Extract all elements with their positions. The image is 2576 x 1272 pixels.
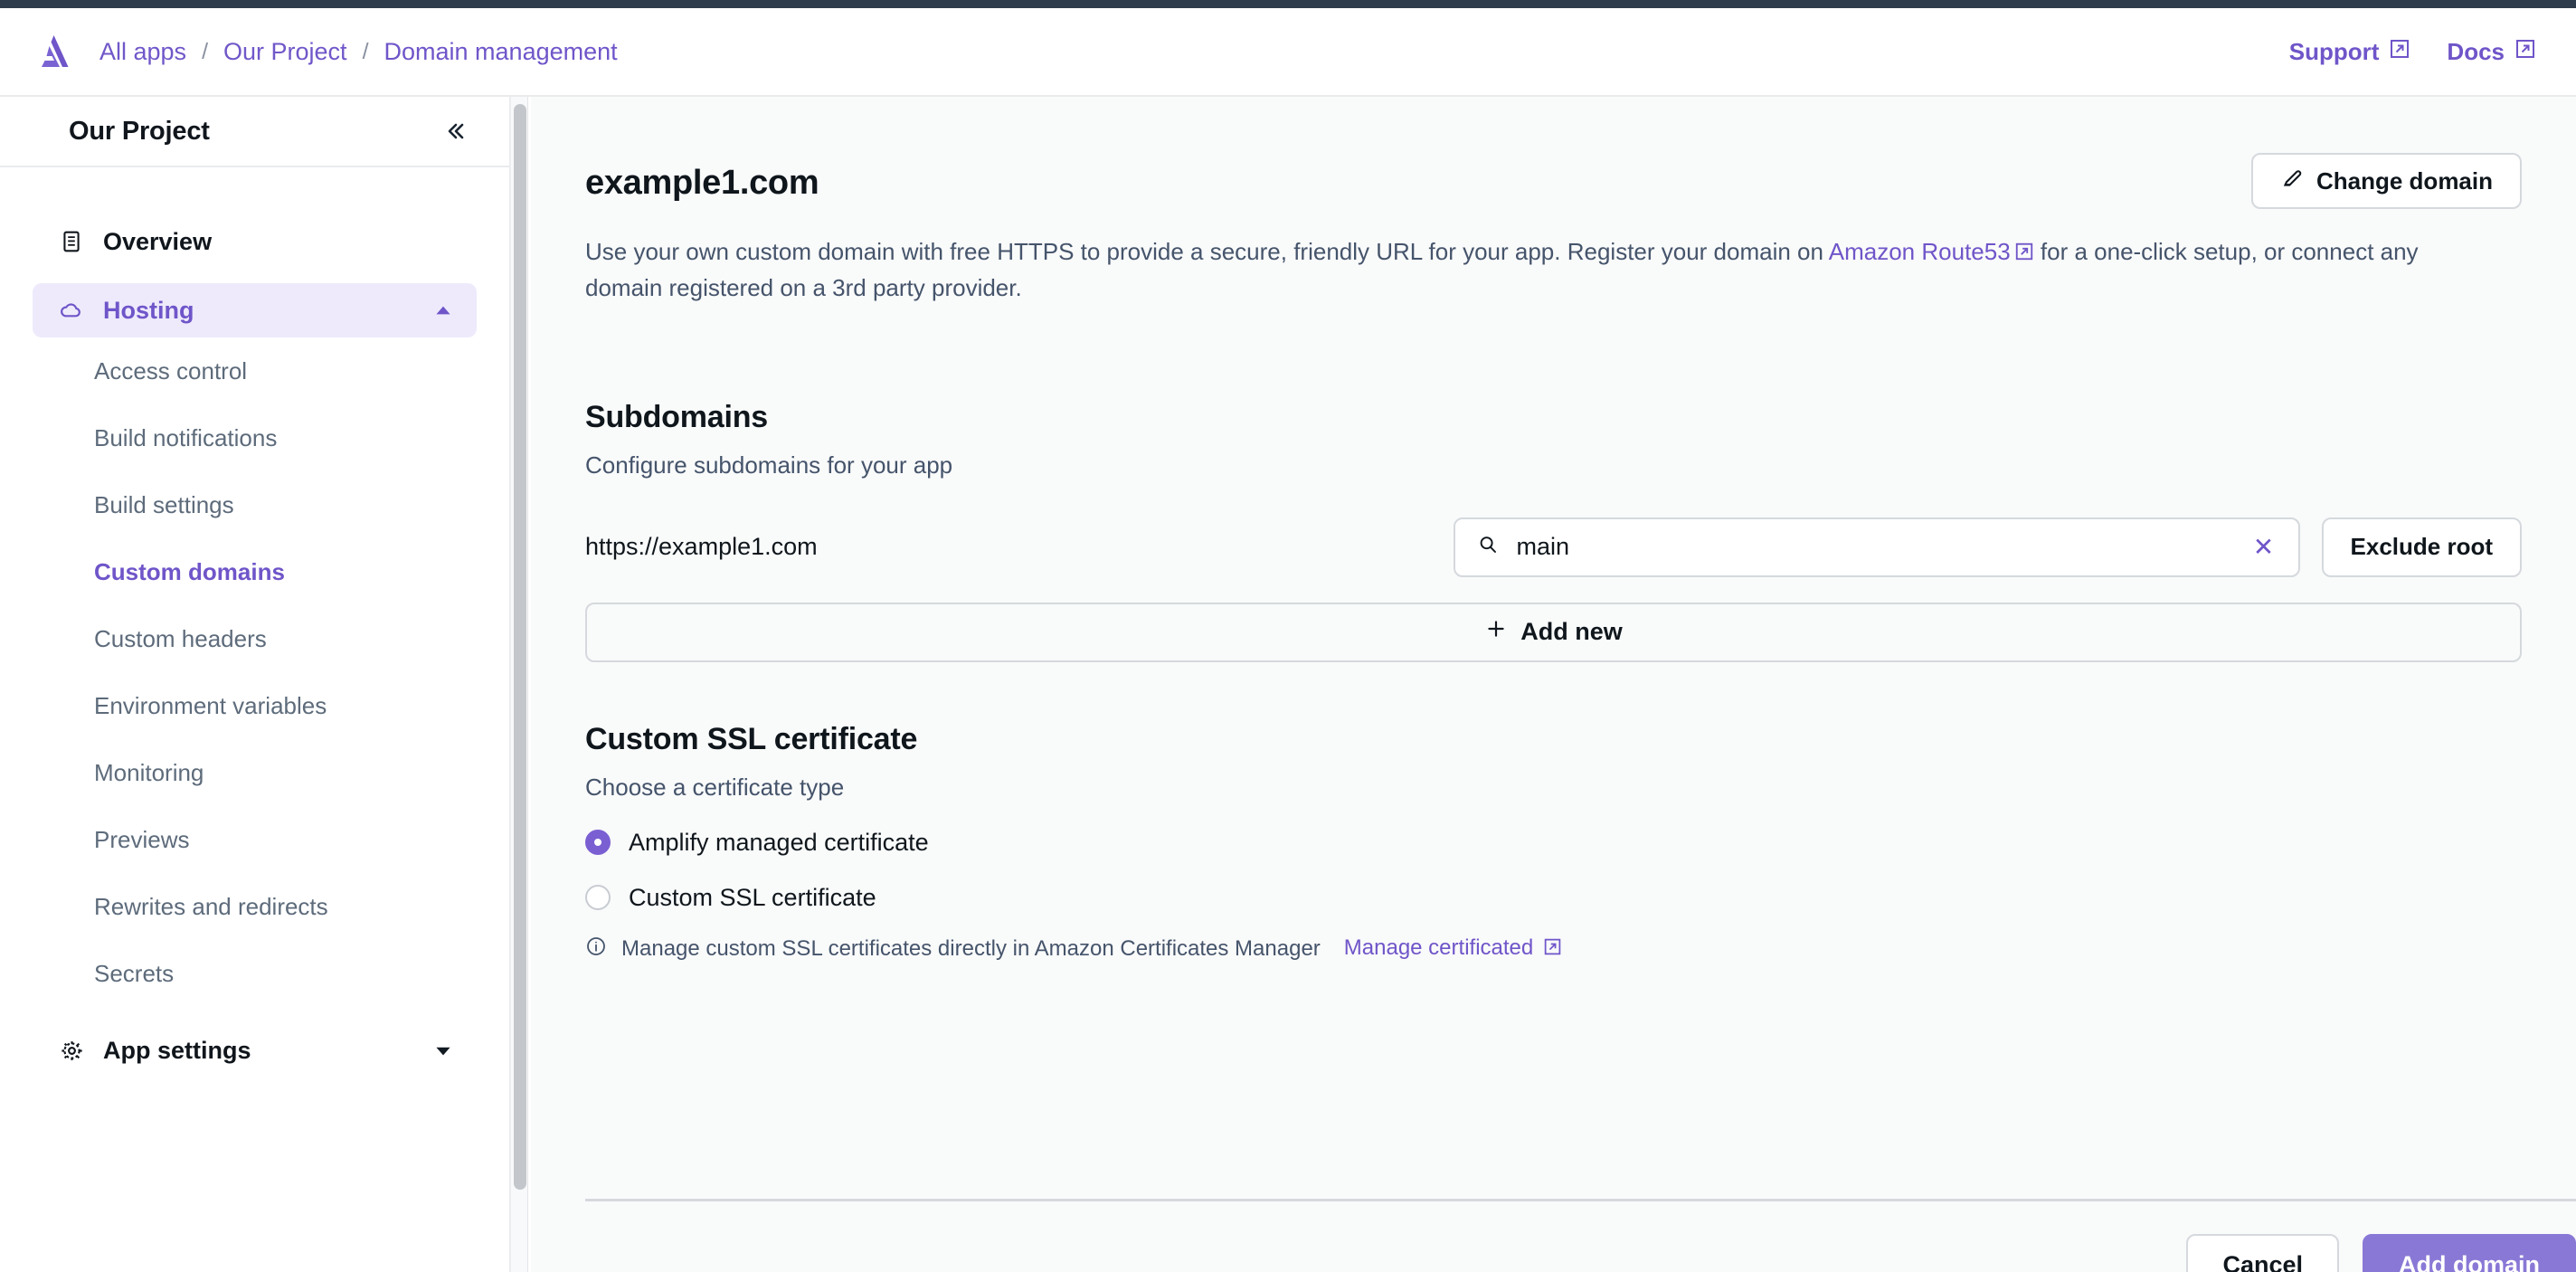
- sidebar-item-label: Overview: [103, 227, 213, 255]
- radio-indicator[interactable]: [585, 885, 611, 911]
- sidebar-item-label: App settings: [103, 1036, 251, 1064]
- sidebar-nav: Overview Hosting Access control Build no…: [0, 167, 509, 1077]
- radio-option-custom-ssl-certificate[interactable]: Custom SSL certificate: [585, 884, 2522, 912]
- sidebar-item-access-control[interactable]: Access control: [33, 337, 477, 404]
- ssl-heading: Custom SSL certificate: [585, 721, 918, 756]
- sidebar-scrollbar-thumb[interactable]: [514, 104, 526, 1190]
- subdomain-search-box[interactable]: ✕: [1453, 517, 2300, 577]
- cloud-icon: [58, 298, 85, 323]
- change-domain-button[interactable]: Change domain: [2250, 153, 2522, 209]
- support-link[interactable]: Support: [2289, 38, 2411, 66]
- custom-domains-page: example1.com Change domain Use your own …: [531, 97, 2576, 1272]
- sidebar-item-build-settings[interactable]: Build settings: [33, 471, 477, 538]
- ssl-hint: Manage custom SSL certificates directly …: [585, 935, 2522, 963]
- topbar-links: Support Docs: [2289, 38, 2536, 66]
- sidebar-item-app-settings[interactable]: App settings: [33, 1023, 477, 1077]
- breadcrumb-item-all-apps[interactable]: All apps: [99, 38, 186, 66]
- subdomains-section: Subdomains Configure subdomains for your…: [585, 400, 2522, 662]
- radio-label: Amplify managed certificate: [629, 828, 929, 856]
- sidebar-item-secrets[interactable]: Secrets: [33, 940, 477, 1007]
- page-description: Use your own custom domain with free HTT…: [585, 234, 2494, 306]
- sidebar-item-hosting[interactable]: Hosting: [33, 283, 477, 337]
- breadcrumb-separator: /: [362, 38, 369, 64]
- subdomains-heading: Subdomains: [585, 399, 769, 434]
- sidebar-scrollbar[interactable]: [510, 97, 528, 1272]
- docs-link-label: Docs: [2447, 37, 2505, 65]
- radio-label: Custom SSL certificate: [629, 883, 876, 911]
- docs-link[interactable]: Docs: [2447, 38, 2536, 66]
- amplify-logo[interactable]: [34, 31, 76, 72]
- add-new-subdomain-button[interactable]: Add new: [585, 602, 2522, 662]
- subdomain-controls: ✕ Exclude root: [1453, 517, 2522, 577]
- external-link-icon: [2389, 38, 2410, 66]
- subdomains-subheading: Configure subdomains for your app: [585, 451, 953, 479]
- app-shell: Our Project Overview Hosting Access cont…: [0, 97, 2576, 1272]
- change-domain-button-label: Change domain: [2316, 166, 2493, 195]
- chevron-double-left-icon[interactable]: [435, 111, 475, 151]
- search-icon: [1477, 534, 1499, 560]
- external-link-icon: [2514, 38, 2536, 66]
- exclude-root-button[interactable]: Exclude root: [2321, 517, 2522, 577]
- close-icon[interactable]: ✕: [2251, 534, 2277, 560]
- breadcrumb-item-our-project[interactable]: Our Project: [223, 38, 347, 66]
- external-link-icon: [2014, 236, 2034, 271]
- ssl-subheading: Choose a certificate type: [585, 773, 845, 801]
- sidebar-item-environment-variables[interactable]: Environment variables: [33, 672, 477, 739]
- radio-option-amplify-managed-certificate[interactable]: Amplify managed certificate: [585, 829, 2522, 857]
- main-content: example1.com Change domain Use your own …: [531, 97, 2576, 1272]
- sidebar-item-label: Hosting: [103, 296, 194, 324]
- project-title: Our Project: [69, 116, 210, 146]
- window-top-strip: [0, 0, 2576, 8]
- subdomain-row: https://example1.com ✕: [585, 517, 2522, 577]
- page-header: example1.com Change domain: [585, 153, 2522, 209]
- footer-actions: Cancel Add domain: [2186, 1234, 2576, 1272]
- sidebar-item-previews[interactable]: Previews: [33, 806, 477, 873]
- top-navigation-bar: All apps / Our Project / Domain manageme…: [0, 8, 2576, 97]
- sidebar-item-build-notifications[interactable]: Build notifications: [33, 404, 477, 471]
- amazon-route53-link[interactable]: Amazon Route53: [1829, 238, 2034, 265]
- cancel-button[interactable]: Cancel: [2186, 1234, 2339, 1272]
- description-part1: Use your own custom domain with free HTT…: [585, 238, 1829, 265]
- ssl-hint-text: Manage custom SSL certificates directly …: [621, 936, 1321, 962]
- radio-indicator[interactable]: [585, 830, 611, 856]
- ssl-section: Custom SSL certificate Choose a certific…: [585, 722, 2522, 963]
- manage-certificated-link[interactable]: Manage certificated: [1344, 935, 1562, 963]
- subdomain-root-url: https://example1.com: [585, 533, 818, 561]
- pencil-icon: [2280, 166, 2304, 196]
- subdomain-search-input[interactable]: [1516, 533, 2233, 562]
- manage-certificated-link-label: Manage certificated: [1343, 935, 1534, 961]
- page-title: example1.com: [585, 164, 819, 202]
- chevron-down-icon[interactable]: [431, 1039, 455, 1062]
- amazon-route53-link-label: Amazon Route53: [1828, 238, 2011, 265]
- sidebar: Our Project Overview Hosting Access cont…: [0, 97, 528, 1272]
- sidebar-item-rewrites-and-redirects[interactable]: Rewrites and redirects: [33, 873, 477, 940]
- breadcrumb: All apps / Our Project / Domain manageme…: [99, 38, 618, 66]
- external-link-icon: [1543, 937, 1562, 963]
- sidebar-item-monitoring[interactable]: Monitoring: [33, 739, 477, 806]
- breadcrumb-separator: /: [202, 38, 209, 64]
- sidebar-item-custom-headers[interactable]: Custom headers: [33, 605, 477, 672]
- breadcrumb-item-domain-management[interactable]: Domain management: [384, 38, 618, 66]
- sidebar-header: Our Project: [0, 97, 509, 167]
- add-new-label: Add new: [1520, 618, 1623, 646]
- footer-divider: [585, 1199, 2576, 1201]
- sidebar-item-custom-domains[interactable]: Custom domains: [33, 538, 477, 605]
- add-domain-button[interactable]: Add domain: [2363, 1234, 2576, 1272]
- sidebar-item-overview[interactable]: Overview: [33, 214, 477, 269]
- chevron-up-icon[interactable]: [431, 299, 455, 322]
- document-icon: [58, 230, 85, 253]
- support-link-label: Support: [2288, 37, 2380, 65]
- plus-icon: [1484, 617, 1508, 647]
- gear-icon: [58, 1039, 85, 1063]
- info-icon: [585, 935, 607, 963]
